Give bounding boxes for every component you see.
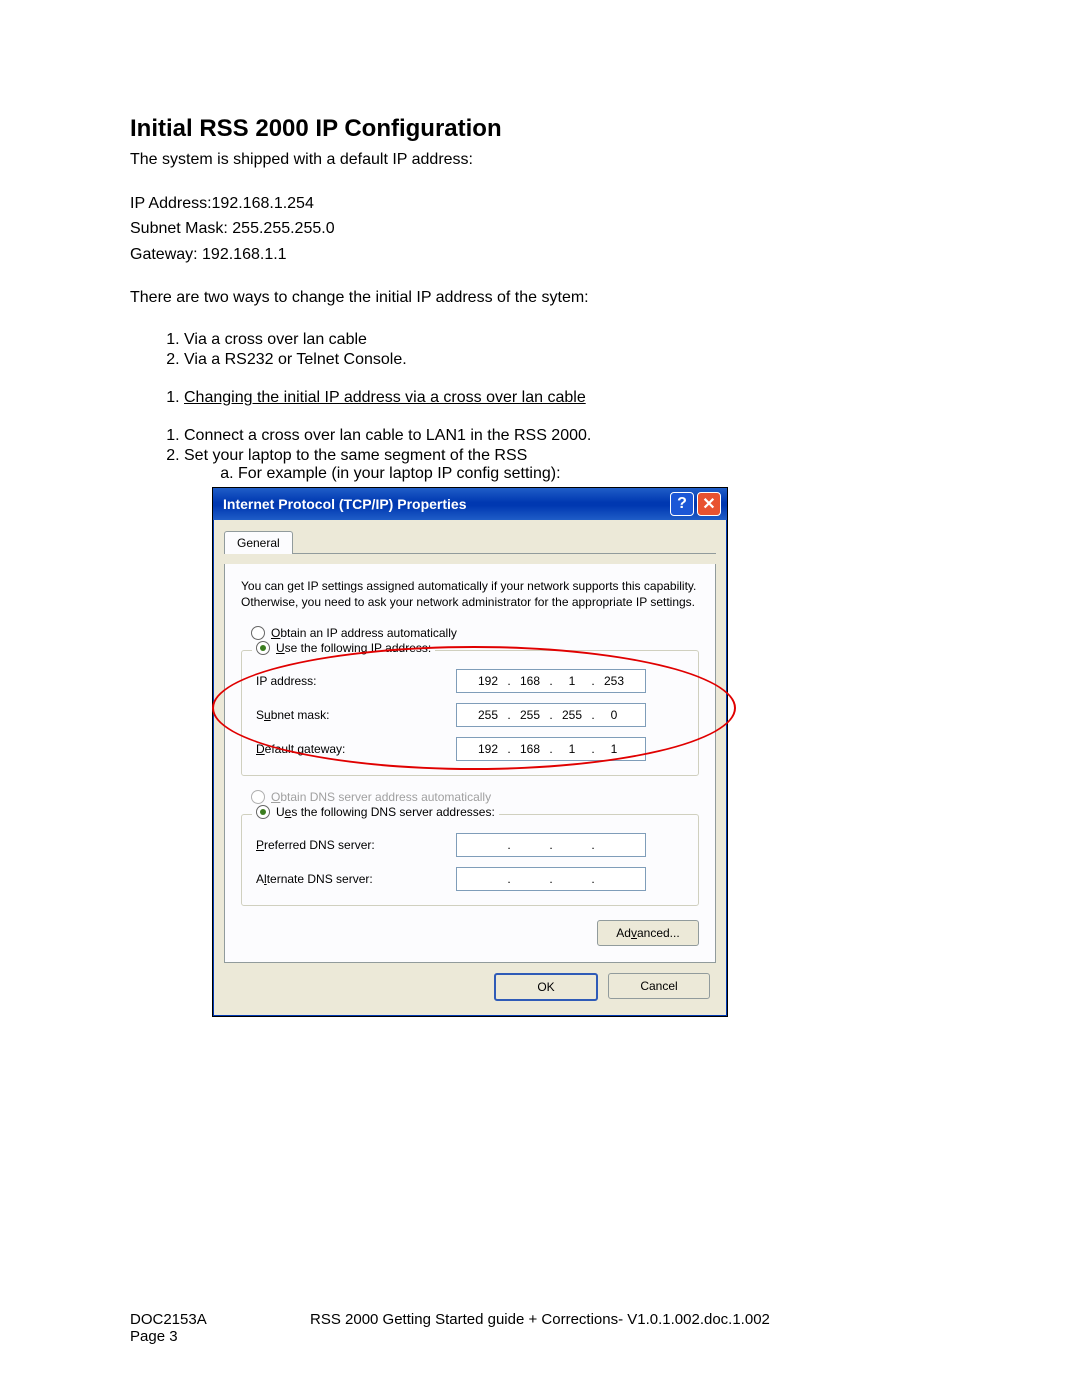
radio-icon	[251, 790, 265, 804]
footer-doc-title: RSS 2000 Getting Started guide + Correct…	[310, 1311, 950, 1345]
footer-doc-id: DOC2153A	[130, 1311, 310, 1328]
dialog-titlebar: Internet Protocol (TCP/IP) Properties ? …	[213, 488, 727, 520]
radio-use-following-dns[interactable]: Ues the following DNS server addresses:	[252, 805, 499, 819]
page-heading: Initial RSS 2000 IP Configuration	[130, 115, 950, 143]
way-item-1: Via a cross over lan cable	[184, 331, 950, 349]
way-item-2: Via a RS232 or Telnet Console.	[184, 351, 950, 369]
label-preferred-dns: Preferred DNS server:	[256, 838, 456, 852]
radio-obtain-ip-auto[interactable]: Obtain an IP address automatically	[251, 626, 699, 640]
default-ip: IP Address:192.168.1.254	[130, 193, 950, 215]
radio-icon	[256, 805, 270, 819]
radio-icon	[256, 641, 270, 655]
close-button[interactable]: ✕	[697, 492, 721, 516]
preferred-dns-field[interactable]: . . .	[456, 833, 646, 857]
radio-obtain-dns-auto: Obtain DNS server address automatically	[251, 790, 699, 804]
cancel-button[interactable]: Cancel	[608, 973, 710, 999]
intro-text: The system is shipped with a default IP …	[130, 149, 950, 171]
ways-intro: There are two ways to change the initial…	[130, 287, 950, 309]
radio-use-following-ip[interactable]: Use the following IP address:	[252, 641, 435, 655]
footer-page-number: Page 3	[130, 1328, 310, 1345]
label-default-gateway: Default gateway:	[256, 742, 456, 756]
ok-button[interactable]: OK	[494, 973, 598, 1001]
alternate-dns-field[interactable]: . . .	[456, 867, 646, 891]
default-gateway: Gateway: 192.168.1.1	[130, 244, 950, 266]
section1-title: Changing the initial IP address via a cr…	[184, 389, 950, 407]
subnet-mask-field[interactable]: 255. 255. 255. 0	[456, 703, 646, 727]
advanced-button[interactable]: Advanced...	[597, 920, 699, 946]
tcpip-properties-dialog: Internet Protocol (TCP/IP) Properties ? …	[212, 487, 728, 1017]
dialog-explain-text: You can get IP settings assigned automat…	[241, 578, 699, 610]
label-alternate-dns: Alternate DNS server:	[256, 872, 456, 886]
dialog-title: Internet Protocol (TCP/IP) Properties	[223, 496, 667, 512]
radio-icon	[251, 626, 265, 640]
page-footer: DOC2153A Page 3 RSS 2000 Getting Started…	[130, 1311, 950, 1345]
label-subnet-mask: Subnet mask:	[256, 708, 456, 722]
default-gateway-field[interactable]: 192. 168. 1. 1	[456, 737, 646, 761]
ip-address-field[interactable]: 192. 168. 1. 253	[456, 669, 646, 693]
tab-general[interactable]: General	[224, 531, 293, 554]
step-2: Set your laptop to the same segment of t…	[184, 447, 950, 483]
help-button[interactable]: ?	[670, 492, 694, 516]
label-ip-address: IP address:	[256, 674, 456, 688]
default-subnet: Subnet Mask: 255.255.255.0	[130, 218, 950, 240]
substep-a: For example (in your laptop IP config se…	[238, 465, 950, 483]
step-1: Connect a cross over lan cable to LAN1 i…	[184, 427, 950, 445]
